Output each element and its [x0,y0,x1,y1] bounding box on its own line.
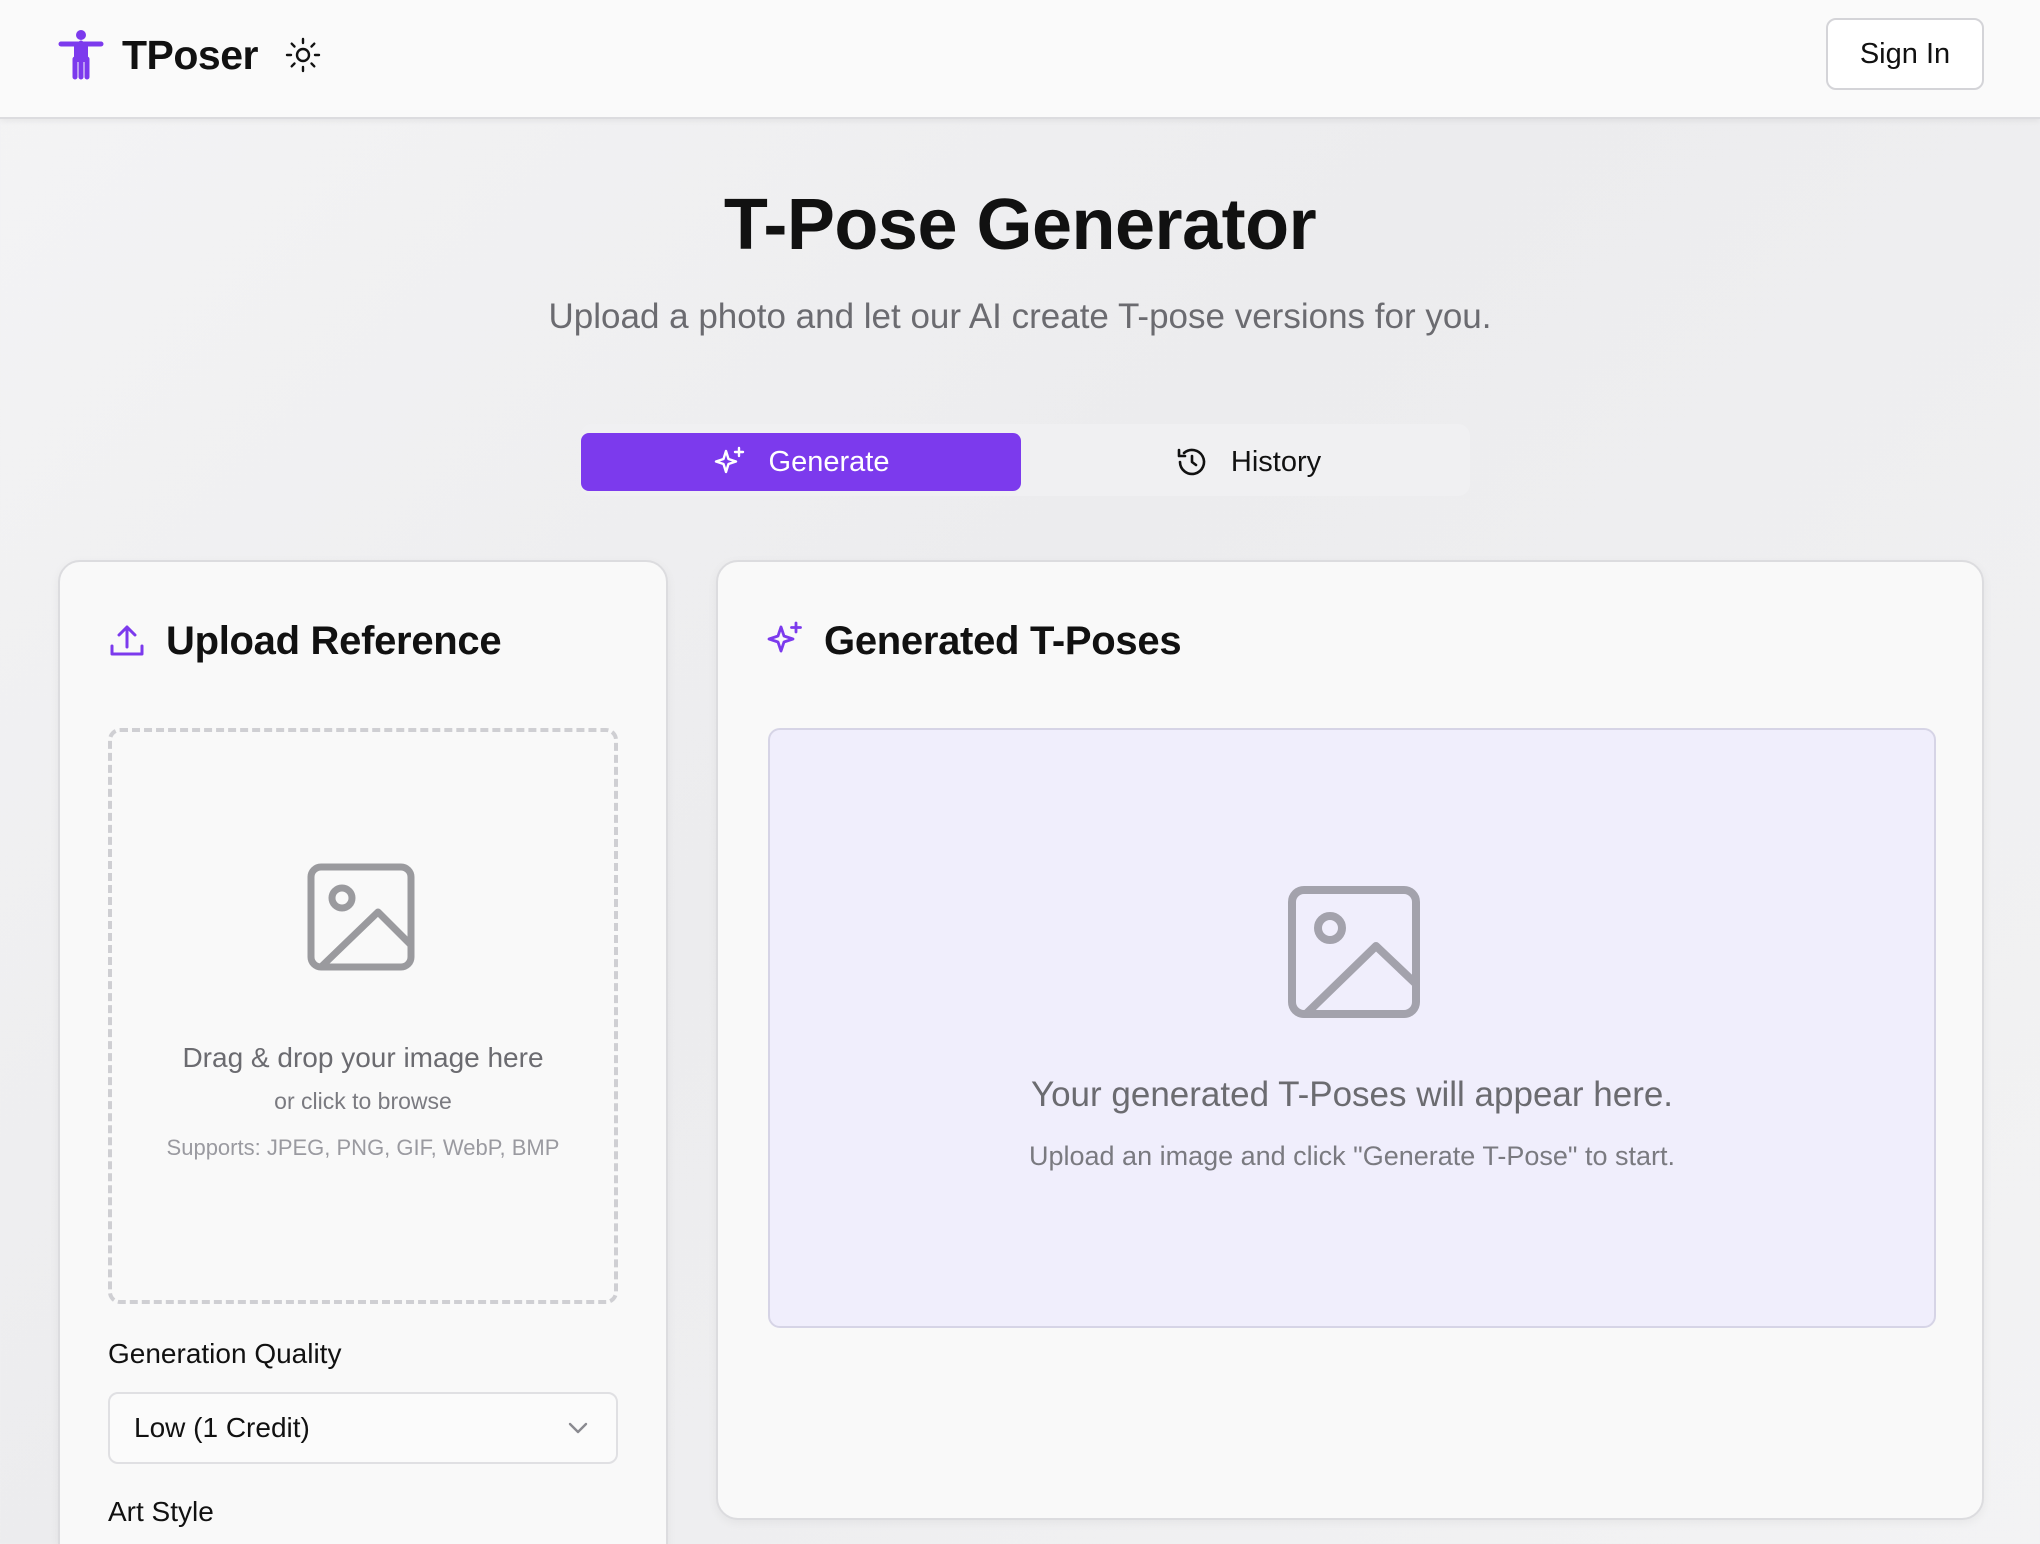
dropzone-formats-text: Supports: JPEG, PNG, GIF, WebP, BMP [166,1135,560,1160]
sign-in-button[interactable]: Sign In [1826,18,1984,90]
t-pose-figure-icon[interactable] [58,29,104,81]
history-icon [1177,448,1206,476]
tab-history[interactable]: History [1030,433,1466,491]
quality-label: Generation Quality [108,1338,342,1369]
top-header: TPoser Sign In [0,0,2040,119]
chevron-down-icon [568,1422,588,1434]
mode-tabs: Generate History [580,424,1470,496]
tab-history-label: History [1230,445,1322,478]
art-style-label: Art Style [108,1496,214,1527]
image-dropzone[interactable]: Drag & drop your image here or click to … [108,728,618,1304]
image-placeholder-icon [307,863,415,971]
quality-select[interactable]: Low (1 Credit) [108,1392,618,1464]
results-empty-state: Your generated T-Poses will appear here.… [768,728,1936,1328]
upload-card-title: Upload Reference [166,619,502,663]
sun-icon[interactable] [284,36,322,74]
tab-generate-label: Generate [768,445,890,478]
upload-icon [110,625,144,656]
sparkles-icon [714,446,744,474]
results-card-title: Generated T-Poses [824,619,1182,663]
quality-select-value: Low (1 Credit) [134,1412,310,1443]
results-empty-main-text: Your generated T-Poses will appear here. [1030,1075,1674,1114]
results-card: Generated T-Poses Your generated T-Poses… [716,560,1984,1520]
page-subtitle: Upload a photo and let our AI create T-p… [548,297,1492,336]
upload-card: Upload Reference Drag & drop your image … [58,560,668,1544]
brand-name[interactable]: TPoser [122,30,259,80]
tab-generate[interactable]: Generate [581,433,1021,491]
image-placeholder-icon [1288,886,1420,1018]
results-empty-sub-text: Upload an image and click "Generate T-Po… [1028,1141,1675,1171]
dropzone-sub-text: or click to browse [274,1088,452,1114]
dropzone-main-text: Drag & drop your image here [182,1042,544,1073]
page-title: T-Pose Generator [723,185,1317,265]
sparkles-icon [767,621,802,653]
